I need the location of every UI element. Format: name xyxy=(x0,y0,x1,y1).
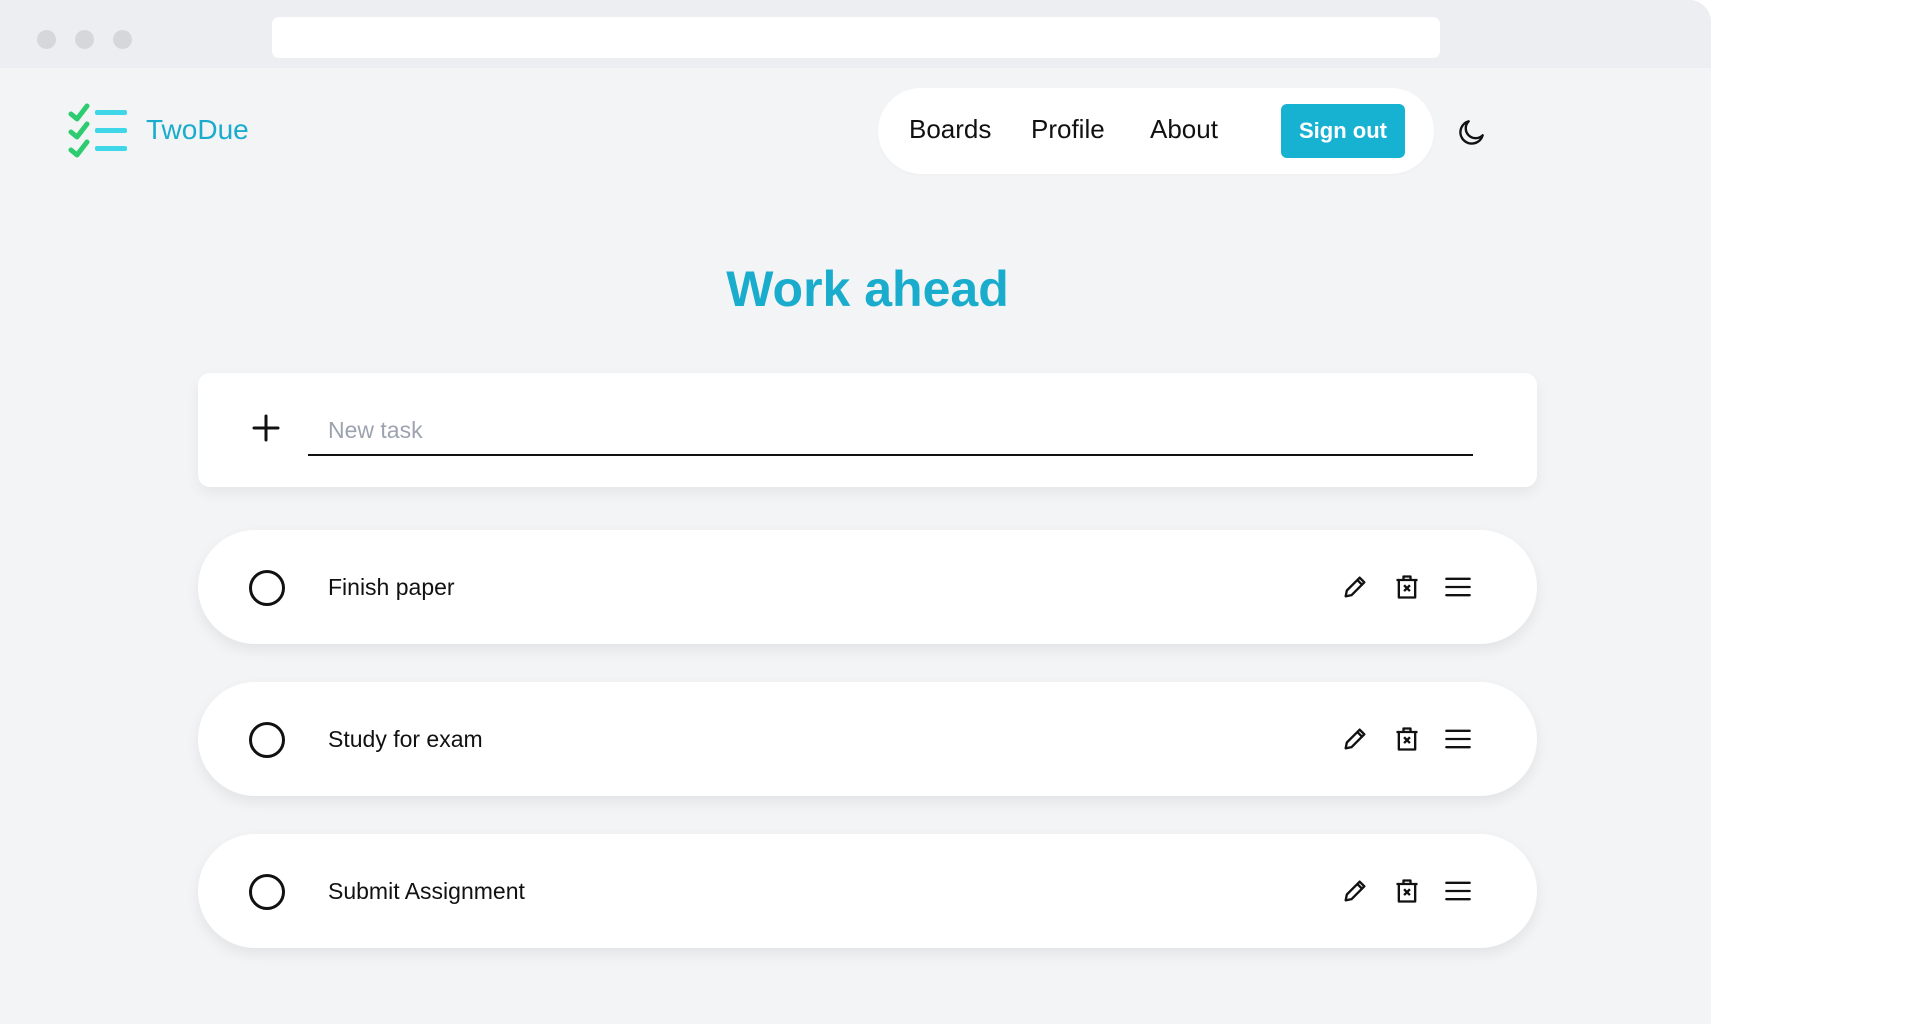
nav-link-boards[interactable]: Boards xyxy=(909,114,991,145)
task-complete-checkbox[interactable] xyxy=(249,722,285,758)
nav-link-about[interactable]: About xyxy=(1150,114,1218,145)
task-label: Submit Assignment xyxy=(328,878,525,904)
pencil-icon[interactable] xyxy=(1341,725,1369,753)
window-close-dot[interactable] xyxy=(37,30,56,49)
browser-titlebar xyxy=(0,0,1711,68)
moon-icon[interactable] xyxy=(1456,116,1488,148)
trash-icon[interactable] xyxy=(1393,725,1421,753)
task-item: Study for exam xyxy=(198,682,1537,796)
main-nav: Boards Profile About Sign out xyxy=(878,88,1434,174)
app-logo[interactable]: TwoDue xyxy=(68,102,249,158)
pencil-icon[interactable] xyxy=(1341,877,1369,905)
trash-icon[interactable] xyxy=(1393,573,1421,601)
task-label: Finish paper xyxy=(328,574,455,600)
drag-handle-icon[interactable] xyxy=(1444,573,1472,601)
page-title: Work ahead xyxy=(726,261,1009,317)
drag-handle-icon[interactable] xyxy=(1444,877,1472,905)
address-bar[interactable] xyxy=(272,17,1440,58)
plus-icon[interactable] xyxy=(252,414,280,442)
task-complete-checkbox[interactable] xyxy=(249,570,285,606)
new-task-input[interactable] xyxy=(308,406,1473,456)
task-complete-checkbox[interactable] xyxy=(249,874,285,910)
window-minimize-dot[interactable] xyxy=(75,30,94,49)
trash-icon[interactable] xyxy=(1393,877,1421,905)
window-maximize-dot[interactable] xyxy=(113,30,132,49)
task-label: Study for exam xyxy=(328,726,483,752)
browser-window: TwoDue Boards Profile About Sign out Wor… xyxy=(0,0,1711,1024)
pencil-icon[interactable] xyxy=(1341,573,1369,601)
new-task-card xyxy=(198,373,1537,487)
sign-out-button[interactable]: Sign out xyxy=(1281,104,1405,158)
checklist-logo-icon xyxy=(68,103,127,158)
drag-handle-icon[interactable] xyxy=(1444,725,1472,753)
app-name: TwoDue xyxy=(146,114,249,145)
nav-link-profile[interactable]: Profile xyxy=(1031,114,1105,145)
task-item: Submit Assignment xyxy=(198,834,1537,948)
task-item: Finish paper xyxy=(198,530,1537,644)
